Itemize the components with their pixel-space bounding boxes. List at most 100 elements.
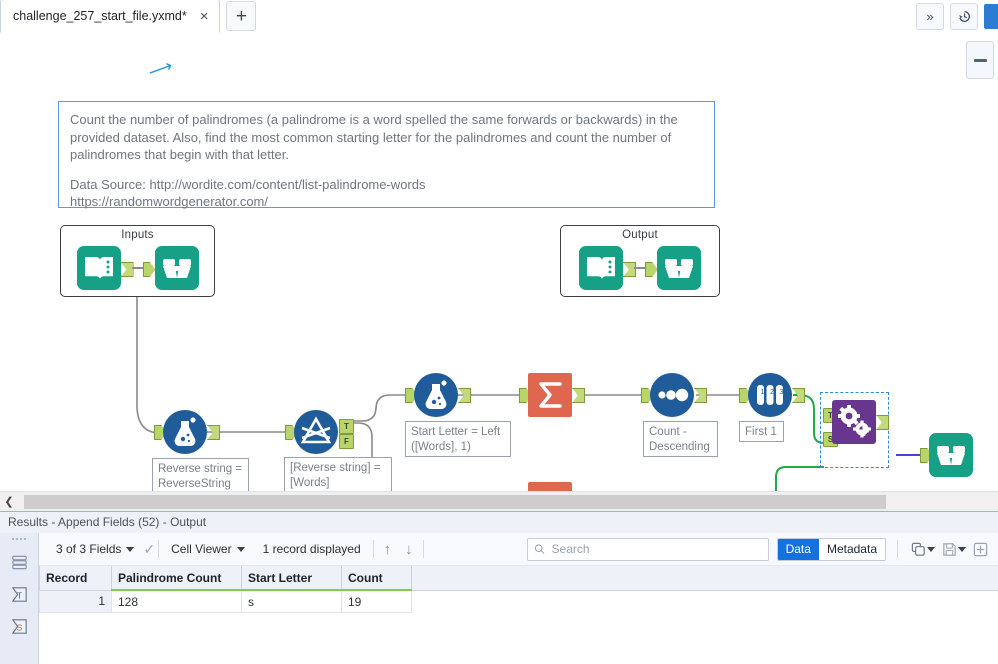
- scroll-up-button[interactable]: ↑: [377, 541, 399, 558]
- cell-record: 1: [39, 589, 112, 613]
- chevron-down-icon: [126, 546, 135, 552]
- save-icon: [943, 542, 956, 556]
- results-table-wrapper[interactable]: Record Palindrome Count Start Letter Cou…: [39, 566, 998, 613]
- data-metadata-toggle[interactable]: Data Metadata: [776, 537, 886, 561]
- column-header-filler: [411, 566, 998, 591]
- input-data-icon[interactable]: [76, 246, 121, 290]
- tool-sort[interactable]: [641, 373, 707, 417]
- formula-icon[interactable]: [414, 373, 458, 417]
- alteryx-designer-window: challenge_257_start_file.yxmd* × + » ⟶ C…: [0, 0, 998, 664]
- formula-icon[interactable]: [163, 410, 207, 454]
- toolbar-separator: [422, 540, 424, 558]
- output-anchor[interactable]: [792, 388, 805, 403]
- column-header-record[interactable]: Record: [39, 566, 112, 591]
- new-tab-button[interactable]: +: [226, 1, 257, 31]
- tool-container-inputs[interactable]: Inputs: [60, 225, 215, 297]
- results-table: Record Palindrome Count Start Letter Cou…: [39, 566, 998, 613]
- output-anchor-false[interactable]: F: [339, 434, 354, 449]
- output-anchor[interactable]: [458, 388, 471, 403]
- fields-selector[interactable]: 3 of 3 Fields: [47, 542, 143, 556]
- browse-icon[interactable]: [154, 246, 199, 290]
- browse-icon[interactable]: [929, 433, 973, 477]
- tool-container-output[interactable]: Output: [560, 225, 720, 297]
- tab-title: challenge_257_start_file.yxmd*: [13, 9, 187, 23]
- canvas-horizontal-scrollbar[interactable]: ❮: [0, 491, 998, 511]
- history-button[interactable]: [950, 3, 978, 30]
- copy-icon: [911, 542, 925, 556]
- summarize-icon[interactable]: [528, 373, 572, 417]
- summarize-icon[interactable]: [528, 482, 572, 491]
- sort-icon[interactable]: [650, 373, 694, 417]
- cell-viewer-label: Cell Viewer: [171, 542, 232, 556]
- cell-viewer-selector[interactable]: Cell Viewer: [162, 542, 253, 556]
- check-icon[interactable]: ✓: [143, 541, 155, 558]
- records-view-icon[interactable]: [8, 551, 31, 574]
- add-view-button[interactable]: [971, 542, 990, 557]
- cell-count: 19: [341, 589, 412, 613]
- output-anchor[interactable]: [572, 388, 585, 403]
- annotation-sample: First 1: [739, 421, 784, 442]
- add-box-icon: [973, 542, 988, 556]
- input-data-icon[interactable]: [579, 246, 623, 290]
- results-title: Results - Append Fields (52) - Output: [0, 512, 998, 534]
- save-button[interactable]: [940, 542, 968, 557]
- output-anchor[interactable]: [120, 262, 134, 277]
- metadata-tab[interactable]: Metadata: [818, 538, 885, 560]
- scroll-left-arrow-icon[interactable]: ❮: [0, 495, 18, 508]
- chevron-down-icon: [927, 546, 935, 552]
- inner-connector: [623, 261, 658, 277]
- tool-sample[interactable]: 1 2 3: [739, 373, 805, 417]
- accent-bar: [984, 4, 998, 29]
- sample-icon[interactable]: 1 2 3: [748, 373, 792, 417]
- output-anchor[interactable]: [694, 388, 707, 403]
- tool-summarize-bottom[interactable]: [528, 482, 572, 491]
- column-header-palindrome-count[interactable]: Palindrome Count: [111, 566, 242, 591]
- scroll-down-button[interactable]: ↓: [398, 541, 420, 558]
- cell-filler: [411, 590, 998, 613]
- container-body: [61, 241, 214, 290]
- history-icon: [958, 11, 970, 22]
- column-header-count[interactable]: Count: [341, 566, 412, 591]
- filter-icon[interactable]: [294, 410, 338, 454]
- results-pane: Results - Append Fields (52) - Output T: [0, 511, 998, 664]
- workflow-canvas[interactable]: ⟶ Count the number of palindromes (a pal…: [0, 33, 998, 491]
- scrollbar-track[interactable]: [18, 494, 998, 509]
- close-icon[interactable]: ×: [197, 9, 212, 24]
- zoom-out-button[interactable]: [966, 41, 994, 79]
- append-fields-icon[interactable]: [832, 400, 876, 444]
- search-box[interactable]: [526, 537, 769, 561]
- column-header-start-letter[interactable]: Start Letter: [241, 566, 342, 591]
- tool-browse-output[interactable]: [920, 433, 973, 477]
- output-anchor[interactable]: [623, 262, 636, 277]
- copy-button[interactable]: [909, 542, 937, 557]
- toolbar-separator: [158, 540, 160, 558]
- scrollbar-thumb[interactable]: [24, 494, 886, 509]
- drag-grip-icon[interactable]: [11, 537, 27, 541]
- browse-icon[interactable]: [657, 246, 701, 290]
- filter-s-icon[interactable]: S: [8, 615, 31, 638]
- chevron-down-icon: [236, 546, 245, 552]
- annotation-formula-reverse-string: Reverse string = ReverseString ([Words]): [152, 458, 249, 491]
- search-input[interactable]: [549, 541, 762, 557]
- svg-text:S: S: [16, 622, 22, 632]
- output-anchor-true[interactable]: T: [339, 419, 354, 434]
- workflow-tab[interactable]: challenge_257_start_file.yxmd* ×: [0, 0, 221, 33]
- data-tab[interactable]: Data: [777, 538, 819, 560]
- annotation-filter: [Reverse string] = [Words]: [284, 457, 392, 491]
- toolbar-separator: [897, 540, 898, 558]
- comment-box[interactable]: Count the number of palindromes (a palin…: [58, 101, 715, 209]
- cursor-marker-icon: ⟶: [145, 55, 175, 83]
- overflow-chevron-button[interactable]: »: [916, 3, 944, 30]
- tool-summarize-top[interactable]: [519, 373, 585, 417]
- tool-filter[interactable]: T F: [285, 410, 354, 454]
- tool-formula-start-letter[interactable]: [405, 373, 471, 417]
- svg-text:1: 1: [761, 389, 765, 396]
- tool-append-fields[interactable]: T S: [823, 400, 889, 447]
- annotation-sort: Count - Descending: [643, 421, 718, 457]
- tool-formula-reverse-string[interactable]: [154, 410, 220, 454]
- table-row[interactable]: 1 128 s 19: [39, 589, 998, 613]
- comment-paragraph: Count the number of palindromes (a palin…: [70, 112, 678, 162]
- output-anchor[interactable]: [207, 425, 220, 440]
- results-inner: T S 3 of 3 Fields ✓ Cell Viewer 1 record…: [0, 533, 998, 664]
- filter-t-icon[interactable]: T: [8, 583, 31, 606]
